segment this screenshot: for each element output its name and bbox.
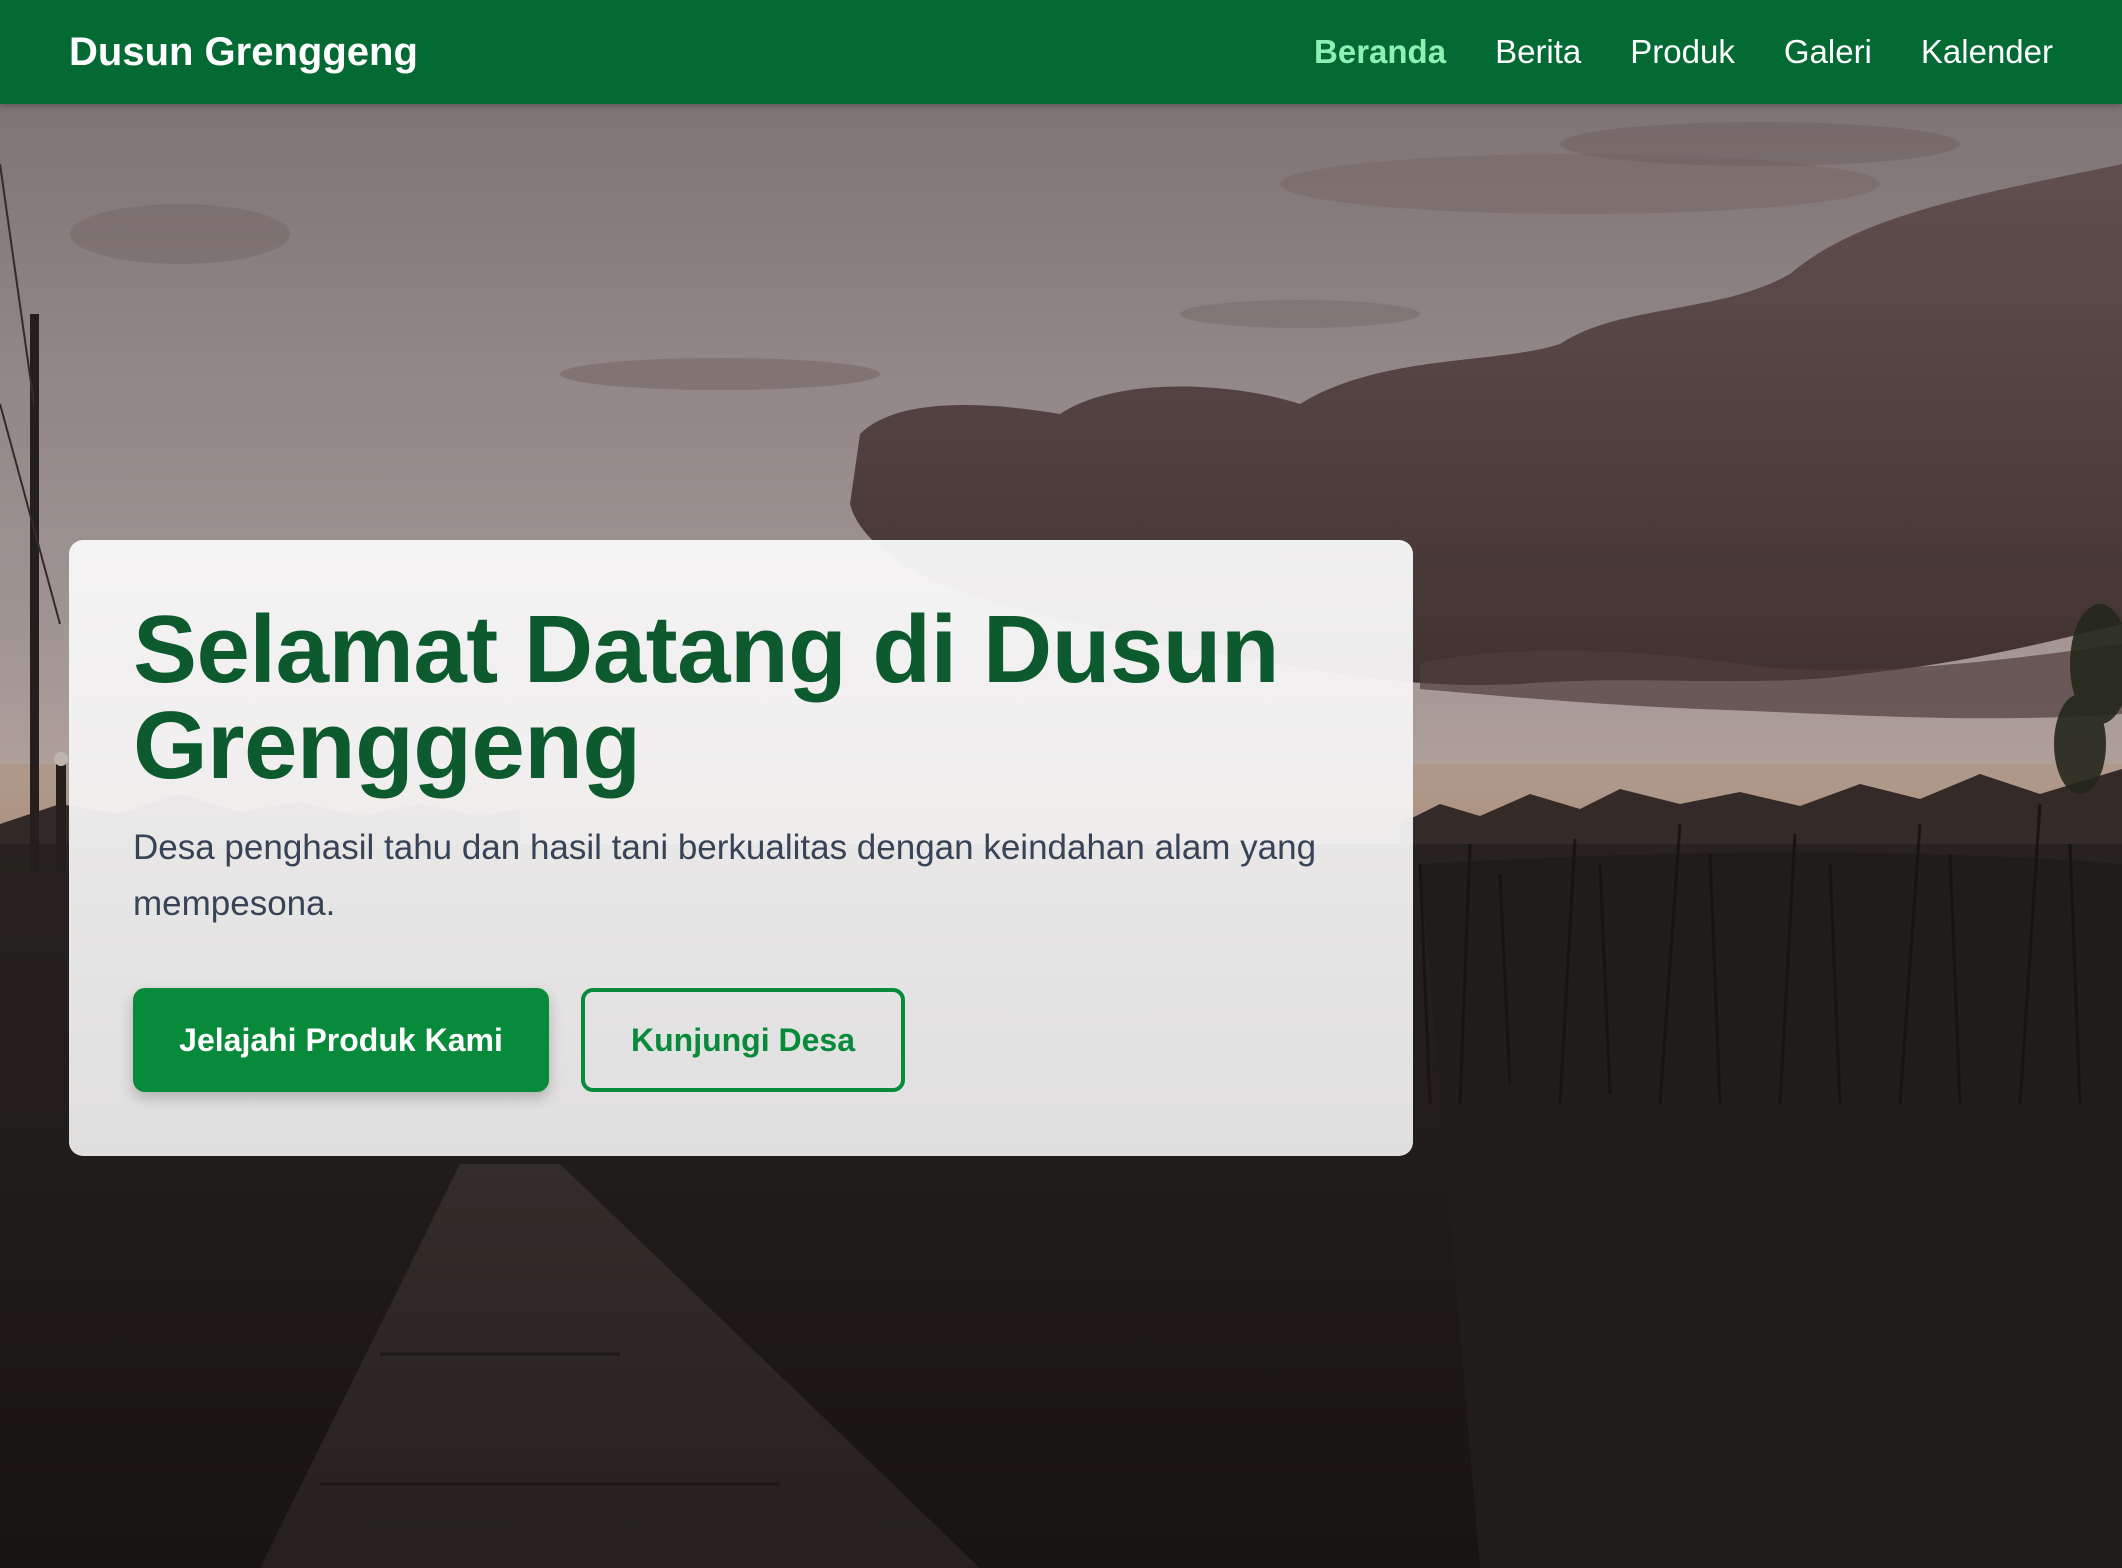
- nav-link-galeri[interactable]: Galeri: [1784, 28, 1872, 76]
- navbar: Dusun Grenggeng Beranda Berita Produk Ga…: [0, 0, 2122, 104]
- nav-link-kalender[interactable]: Kalender: [1921, 28, 2053, 76]
- brand-logo-text[interactable]: Dusun Grenggeng: [69, 28, 418, 76]
- hero-card: Selamat Datang di Dusun Grenggeng Desa p…: [69, 540, 1413, 1156]
- explore-products-button[interactable]: Jelajahi Produk Kami: [133, 988, 549, 1092]
- nav-link-produk[interactable]: Produk: [1630, 28, 1735, 76]
- nav-link-beranda[interactable]: Beranda: [1314, 28, 1446, 76]
- visit-village-button[interactable]: Kunjungi Desa: [581, 988, 905, 1092]
- hero-subtitle: Desa penghasil tahu dan hasil tani berku…: [133, 828, 1317, 923]
- nav-menu: Beranda Berita Produk Galeri Kalender: [1314, 28, 2053, 76]
- hero-title: Selamat Datang di Dusun Grenggeng: [133, 596, 1280, 799]
- page: Dusun Grenggeng Beranda Berita Produk Ga…: [0, 0, 2122, 1568]
- nav-link-berita[interactable]: Berita: [1495, 28, 1581, 76]
- hero-actions: Jelajahi Produk Kami Kunjungi Desa: [133, 988, 905, 1092]
